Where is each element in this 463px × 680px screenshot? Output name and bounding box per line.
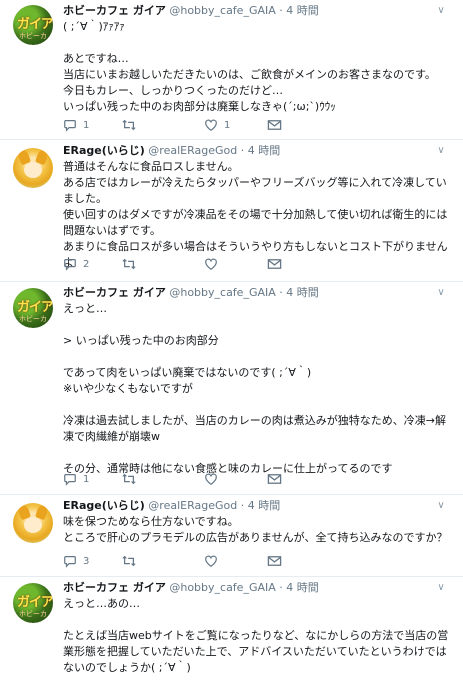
tweet-header: ホビーカフェ ガイア @hobby_cafe_GAIA · 4 時間 [63, 285, 319, 301]
reply-button[interactable]: 1 [63, 117, 89, 133]
chevron-down-icon[interactable]: ∨ [435, 287, 447, 299]
avatar-hobby-cafe-gaia[interactable]: ガイア ホビーカフェ [13, 288, 53, 328]
username[interactable]: @hobby_cafe_GAIA [169, 4, 275, 17]
separator-dot: · [279, 286, 283, 299]
avatar-logo: ガイア [17, 595, 53, 610]
tweet-header: ホビーカフェ ガイア @hobby_cafe_GAIA · 4 時間 [63, 3, 319, 19]
chevron-down-icon[interactable]: ∨ [435, 5, 447, 17]
dm-button[interactable] [267, 471, 282, 487]
like-icon [205, 555, 217, 567]
tweet-5[interactable]: ガイア ホビーカフェ ホビーカフェ ガイア @hobby_cafe_GAIA ·… [0, 577, 463, 680]
tweet-header: ERage(いらじ) @realERageGod · 4 時間 [63, 498, 280, 514]
retweet-button[interactable] [121, 117, 143, 133]
display-name[interactable]: ホビーカフェ ガイア [63, 286, 166, 299]
like-button[interactable]: 1 [204, 117, 230, 133]
retweet-icon [122, 258, 136, 270]
avatar-logo: ガイア [17, 17, 53, 32]
like-button[interactable] [204, 553, 224, 569]
like-icon [205, 258, 217, 270]
timestamp[interactable]: 4 時間 [248, 499, 281, 512]
tweet-1[interactable]: ガイア ホビーカフェ ホビーカフェ ガイア @hobby_cafe_GAIA ·… [0, 0, 463, 139]
username[interactable]: @realERageGod [148, 144, 237, 157]
retweet-button[interactable] [121, 553, 143, 569]
display-name[interactable]: ERage(いらじ) [63, 144, 145, 157]
tweet-2[interactable]: ERage(いらじ) @realERageGod · 4 時間 ∨ 普通はそんな… [0, 140, 463, 280]
reply-count: 1 [83, 120, 90, 131]
dm-button[interactable] [267, 256, 282, 272]
retweet-button[interactable] [121, 471, 143, 487]
retweet-button[interactable] [121, 256, 143, 272]
tweet-3[interactable]: ガイア ホビーカフェ ホビーカフェ ガイア @hobby_cafe_GAIA ·… [0, 282, 463, 494]
tweet-header: ERage(いらじ) @realERageGod · 4 時間 [63, 143, 280, 159]
display-name[interactable]: ERage(いらじ) [63, 499, 145, 512]
username[interactable]: @realERageGod [148, 499, 237, 512]
chevron-down-icon[interactable]: ∨ [435, 500, 447, 512]
like-button[interactable] [204, 256, 224, 272]
tweet-header: ホビーカフェ ガイア @hobby_cafe_GAIA · 4 時間 [63, 580, 319, 596]
reply-button[interactable]: 3 [63, 553, 89, 569]
timestamp[interactable]: 4 時間 [286, 581, 319, 594]
separator-dot: · [279, 4, 283, 17]
tweet-text: 味を保つためなら仕方ないですね。 ところで肝心のプラモデルの広告がありませんが、… [63, 515, 448, 544]
like-button[interactable] [204, 471, 224, 487]
display-name[interactable]: ホビーカフェ ガイア [63, 4, 166, 17]
avatar-erage[interactable] [13, 148, 53, 188]
avatar-erage[interactable] [13, 503, 53, 543]
reply-button[interactable]: 2 [63, 256, 89, 272]
avatar-hobby-cafe-gaia[interactable]: ガイア ホビーカフェ [13, 583, 53, 623]
like-icon [205, 119, 217, 131]
username[interactable]: @hobby_cafe_GAIA [169, 581, 275, 594]
reply-icon [64, 556, 76, 568]
chevron-down-icon[interactable]: ∨ [435, 582, 447, 594]
timestamp[interactable]: 4 時間 [286, 4, 319, 17]
separator-dot: · [240, 144, 245, 157]
mail-icon [267, 474, 282, 484]
tweet-text: 普通はそんなに食品ロスしません。 ある店ではカレーが冷えたらタッパーやフリーズバ… [63, 160, 448, 269]
separator-dot: · [279, 581, 283, 594]
avatar-hobby-cafe-gaia[interactable]: ガイア ホビーカフェ [13, 5, 53, 45]
reply-button[interactable]: 1 [63, 471, 89, 487]
reply-count: 2 [83, 259, 90, 270]
tweet-text: えっと… > いっぱい残った中のお肉部分 であって肉をいっぱい廃棄ではないのです… [63, 302, 446, 475]
like-count: 1 [224, 120, 231, 131]
mail-icon [267, 120, 282, 130]
username[interactable]: @hobby_cafe_GAIA [169, 286, 275, 299]
tweet-text: えっと…あの… たとえば当店webサイトをご覧になったりなど、なにかしらの方法で… [63, 597, 449, 674]
timestamp[interactable]: 4 時間 [286, 286, 319, 299]
chevron-down-icon[interactable]: ∨ [435, 145, 447, 157]
timestamp[interactable]: 4 時間 [248, 144, 281, 157]
reply-icon [64, 259, 76, 271]
reply-count: 1 [83, 474, 90, 485]
retweet-icon [122, 119, 136, 131]
avatar-logo-sub: ホビーカフェ [19, 315, 47, 328]
tweet-text: ( ;´∀｀)ｱｧｱｧ あとですね… 当店にいまお越しいただきたいのは、ご飲食が… [63, 20, 436, 113]
dm-button[interactable] [267, 117, 282, 133]
like-icon [205, 473, 217, 485]
retweet-icon [122, 555, 136, 567]
avatar-logo-sub: ホビーカフェ [19, 610, 47, 623]
reply-icon [64, 474, 76, 486]
reply-count: 3 [83, 556, 90, 567]
avatar-logo: ガイア [17, 300, 53, 315]
mail-icon [267, 259, 282, 269]
mail-icon [267, 556, 282, 566]
display-name[interactable]: ホビーカフェ ガイア [63, 581, 166, 594]
reply-icon [64, 120, 76, 132]
separator-dot: · [240, 499, 245, 512]
dm-button[interactable] [267, 553, 282, 569]
tweet-4[interactable]: ERage(いらじ) @realERageGod · 4 時間 ∨ 味を保つため… [0, 495, 463, 576]
avatar-logo-sub: ホビーカフェ [19, 32, 47, 45]
retweet-icon [122, 473, 136, 485]
